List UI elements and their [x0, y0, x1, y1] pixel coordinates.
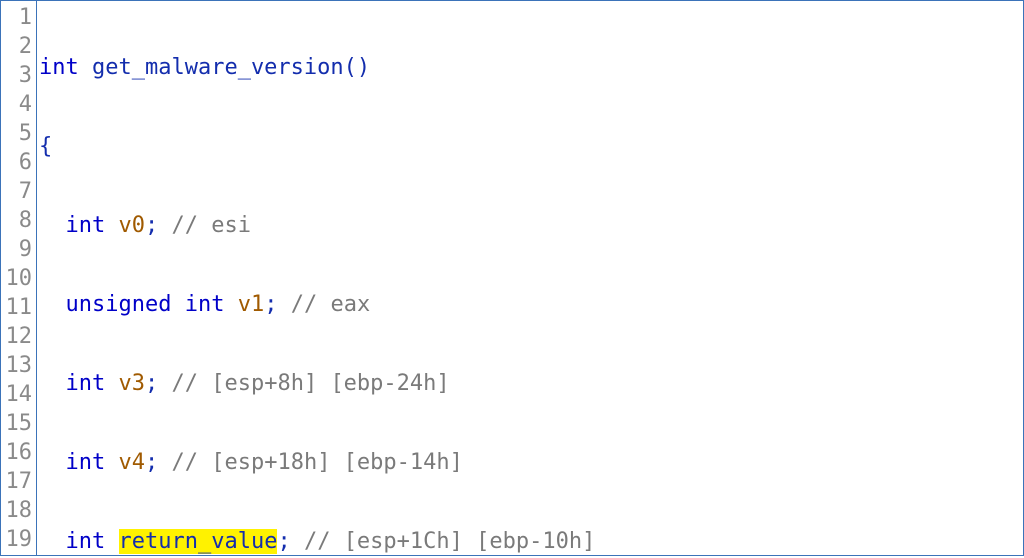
line-number: 11	[1, 293, 36, 322]
var: v1	[238, 292, 265, 317]
line-number: 13	[1, 351, 36, 380]
keyword: unsigned	[66, 292, 172, 317]
code-line[interactable]: int v3; // [esp+8h] [ebp-24h]	[37, 369, 1023, 398]
keyword: int	[66, 371, 106, 396]
keyword: int	[66, 450, 106, 475]
line-number: 9	[1, 235, 36, 264]
code-line[interactable]: int return_value; // [esp+1Ch] [ebp-10h]	[37, 527, 1023, 555]
code-line[interactable]: unsigned int v1; // eax	[37, 290, 1023, 319]
keyword: int	[39, 55, 79, 80]
func-name: get_malware_version	[92, 55, 344, 80]
line-number: 16	[1, 438, 36, 467]
keyword: int	[66, 213, 106, 238]
line-number: 12	[1, 322, 36, 351]
var: v0	[119, 213, 146, 238]
line-number: 15	[1, 409, 36, 438]
line-number: 14	[1, 380, 36, 409]
code-line[interactable]: int v4; // [esp+18h] [ebp-14h]	[37, 448, 1023, 477]
gutter: 1 2 3 4 5 6 7 8 9 10 11 12 13 14 15 16 1…	[1, 1, 37, 555]
line-number: 18	[1, 496, 36, 525]
var: v3	[119, 371, 146, 396]
keyword: int	[66, 529, 106, 554]
code-line[interactable]: int v0; // esi	[37, 211, 1023, 240]
var: v4	[119, 450, 146, 475]
line-number: 7	[1, 177, 36, 206]
comment: // [esp+18h] [ebp-14h]	[172, 450, 463, 475]
brace: {	[39, 134, 52, 159]
line-number: 10	[1, 264, 36, 293]
comment: // [esp+1Ch] [ebp-10h]	[304, 529, 595, 554]
line-number: 1	[1, 3, 36, 32]
code-editor[interactable]: 1 2 3 4 5 6 7 8 9 10 11 12 13 14 15 16 1…	[0, 0, 1024, 556]
code-line[interactable]: {	[37, 132, 1023, 161]
line-number: 4	[1, 90, 36, 119]
parens: ()	[344, 55, 371, 80]
code-line[interactable]: int get_malware_version()	[37, 53, 1023, 82]
comment: // esi	[172, 213, 251, 238]
line-number: 8	[1, 206, 36, 235]
line-number: 5	[1, 119, 36, 148]
line-number: 6	[1, 148, 36, 177]
highlight-return-value: return_value	[119, 529, 278, 554]
keyword: int	[185, 292, 225, 317]
line-number: 17	[1, 467, 36, 496]
line-number: 19	[1, 525, 36, 554]
line-number: 3	[1, 61, 36, 90]
line-number: 2	[1, 32, 36, 61]
code-area[interactable]: int get_malware_version() { int v0; // e…	[37, 1, 1023, 555]
comment: // [esp+8h] [ebp-24h]	[172, 371, 450, 396]
comment: // eax	[291, 292, 370, 317]
